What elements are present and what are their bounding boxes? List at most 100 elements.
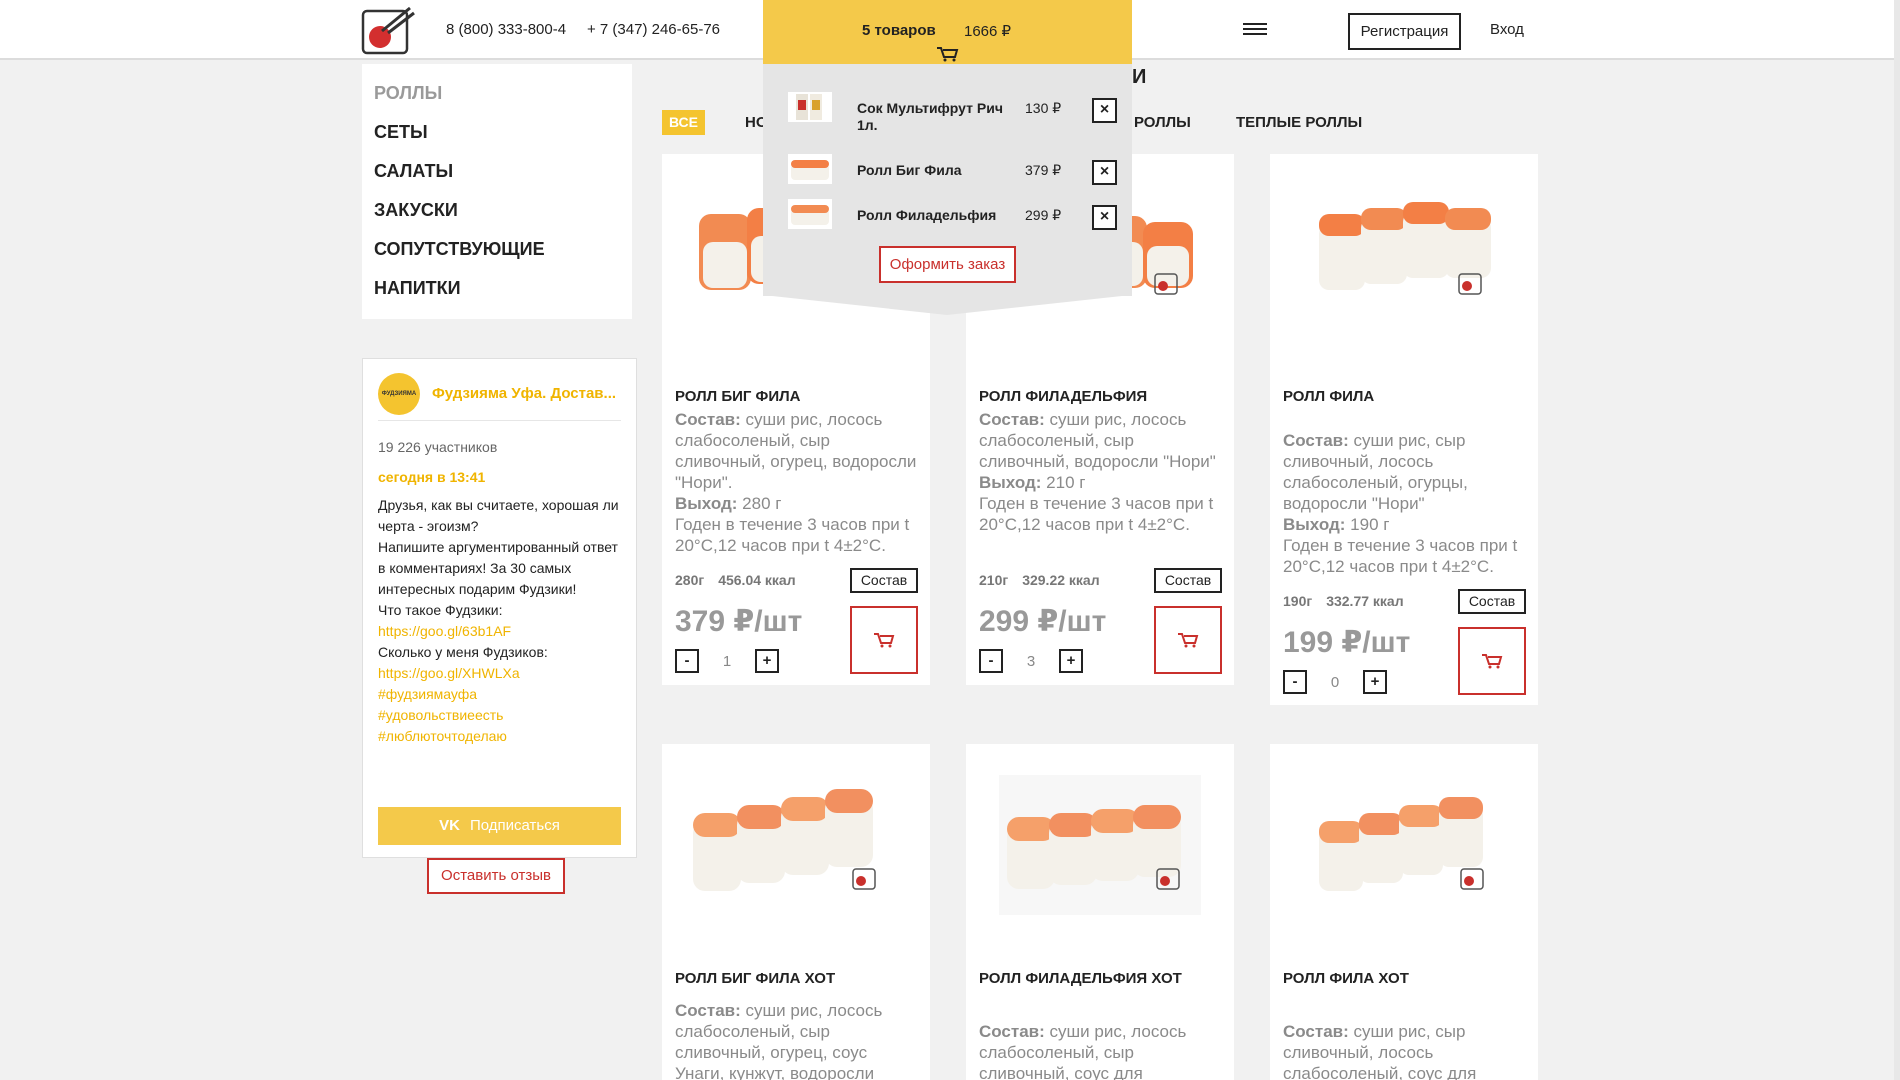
qty-minus-button[interactable]: - [979,649,1003,673]
product-meta: 280г 456.04 ккал [675,572,810,588]
login-link[interactable]: Вход [1490,21,1524,38]
qty-value[interactable]: 1 [699,653,755,670]
shelf-life: Годен в течение 3 часов при t 20°C,12 ча… [675,515,910,555]
product-image[interactable] [1270,154,1538,344]
product-name[interactable]: РОЛЛ ФИЛА [1283,388,1374,405]
cart-dropdown: 5 товаров 1666 ₽ Сок Мультифрут Рич 1л. … [763,0,1132,316]
product-kcal: 329.22 ккал [1022,572,1100,588]
vk-group-name[interactable]: Фудзияма Уфа. Достав... [432,385,621,402]
product-image[interactable] [1270,744,1538,944]
cart-icon [874,633,895,648]
cart-item-name: Ролл Филадельфия [857,207,997,223]
product-price: 199 ₽/шт [1283,626,1411,659]
cart-icon [1482,654,1503,669]
add-to-cart-button[interactable] [850,606,918,674]
product-description: Состав: суши рис, лосось слабосоленый, с… [979,1021,1224,1080]
product-description: Состав: суши рис, лосось слабосоленый, с… [675,1000,920,1080]
category-menu: РОЛЛЫ СЕТЫ САЛАТЫ ЗАКУСКИ СОПУТСТВУЮЩИЕ … [362,64,632,319]
product-name[interactable]: РОЛЛ ФИЛА ХОТ [1283,970,1409,987]
category-item-salads[interactable]: САЛАТЫ [374,160,620,199]
remove-item-button[interactable]: × [1092,98,1117,123]
category-item-extras[interactable]: СОПУТСТВУЮЩИЕ [374,238,620,277]
qty-minus-button[interactable]: - [1283,670,1307,694]
phone-number-2[interactable]: + 7 (347) 246-65-76 [587,21,720,38]
leave-review-button[interactable]: Оставить отзыв [427,858,565,894]
quantity-stepper: - 0 + [1283,670,1387,694]
category-item-rolls[interactable]: РОЛЛЫ [374,82,620,121]
cart-item: Ролл Биг Фила 379 ₽ × [788,154,1118,190]
vk-hashtag[interactable]: #удовольствиеесть [378,705,621,726]
page-scrollbar[interactable] [1894,0,1900,1080]
product-name[interactable]: РОЛЛ БИГ ФИЛА ХОТ [675,970,835,987]
hamburger-menu-icon[interactable] [1243,23,1267,37]
composition-label: Состав: [979,1022,1045,1041]
category-item-drinks[interactable]: НАПИТКИ [374,277,620,316]
product-description: Состав: суши рис, сыр сливочный, лосось … [1283,430,1528,577]
vk-post-line: Что такое Фудзики: [378,602,503,618]
product-description: Состав: суши рис, сыр сливочный, лосось … [1283,1021,1528,1080]
composition-button[interactable]: Состав [850,568,918,593]
composition-label: Состав: [979,410,1045,429]
vk-post-time[interactable]: сегодня в 13:41 [378,469,621,485]
tab-all[interactable]: ВСЕ [662,110,705,135]
product-name[interactable]: РОЛЛ БИГ ФИЛА [675,388,801,405]
product-card: РОЛЛ ФИЛА ХОТ Состав: суши рис, сыр слив… [1270,744,1538,1080]
phone-number-1[interactable]: 8 (800) 333-800-4 [446,21,566,38]
product-price: 299 ₽/шт [979,605,1107,638]
tab-rolls[interactable]: РОЛЛЫ [1134,114,1191,131]
vk-subscribe-label: Подписаться [469,817,560,834]
cart-item-thumbnail [788,92,832,122]
yield-value: 210 г [1041,473,1086,492]
checkout-button[interactable]: Оформить заказ [879,246,1016,283]
product-weight: 280г [675,572,705,588]
vk-hashtag[interactable]: #фудзиямауфа [378,684,621,705]
cart-item-name: Ролл Биг Фила [857,162,962,178]
vk-post-link[interactable]: https://goo.gl/63b1AF [378,621,621,642]
product-card: РОЛЛ БИГ ФИЛА ХОТ Состав: суши рис, лосо… [662,744,930,1080]
product-image[interactable] [662,744,930,944]
qty-plus-button[interactable]: + [1059,649,1083,673]
qty-plus-button[interactable]: + [1363,670,1387,694]
quantity-stepper: - 3 + [979,649,1083,673]
cart-item-price: 379 ₽ [1025,162,1062,178]
cart-icon [1178,633,1199,648]
shelf-life: Годен в течение 3 часов при t 20°C,12 ча… [1283,536,1518,576]
yield-label: Выход: [675,494,738,513]
cart-item-thumbnail [788,199,832,229]
product-name[interactable]: РОЛЛ ФИЛАДЕЛЬФИЯ [979,388,1147,405]
qty-plus-button[interactable]: + [755,649,779,673]
composition-button[interactable]: Состав [1458,589,1526,614]
vk-widget-header: ФУДЗИЯМА Фудзияма Уфа. Достав... [378,372,621,421]
product-name[interactable]: РОЛЛ ФИЛАДЕЛЬФИЯ ХОТ [979,970,1182,987]
product-card: РОЛЛ ФИЛАДЕЛЬФИЯ ХОТ Состав: суши рис, л… [966,744,1234,1080]
category-item-sets[interactable]: СЕТЫ [374,121,620,160]
vk-post-line: Напишите аргументированный ответ в комме… [378,539,618,597]
cart-item: Ролл Филадельфия 299 ₽ × [788,199,1118,235]
remove-item-button[interactable]: × [1092,205,1117,230]
vk-post-link[interactable]: https://goo.gl/XHWLXa [378,663,621,684]
composition-button[interactable]: Состав [1154,568,1222,593]
product-kcal: 332.77 ккал [1326,593,1404,609]
vk-subscribe-button[interactable]: VK Подписаться [378,807,621,845]
yield-value: 280 г [737,494,782,513]
product-image[interactable] [966,744,1234,944]
qty-minus-button[interactable]: - [675,649,699,673]
qty-value[interactable]: 3 [1003,653,1059,670]
yield-value: 190 г [1345,515,1390,534]
remove-item-button[interactable]: × [1092,160,1117,185]
vk-hashtag[interactable]: #люблюточтоделаю [378,726,621,747]
add-to-cart-button[interactable] [1154,606,1222,674]
qty-value[interactable]: 0 [1307,674,1363,691]
vk-group-avatar[interactable]: ФУДЗИЯМА [378,372,420,415]
add-to-cart-button[interactable] [1458,627,1526,695]
cart-item-name: Сок Мультифрут Рич 1л. [857,100,1003,133]
site-logo[interactable] [360,5,416,55]
shelf-life: Годен в течение 3 часов при t 20°C,12 ча… [979,494,1214,534]
product-price: 379 ₽/шт [675,605,803,638]
tab-warm-rolls[interactable]: ТЕПЛЫЕ РОЛЛЫ [1236,114,1362,131]
product-card: РОЛЛ ФИЛА Состав: суши рис, сыр сливочны… [1270,154,1538,705]
register-button[interactable]: Регистрация [1348,13,1461,50]
cart-header[interactable]: 5 товаров 1666 ₽ [763,0,1132,64]
cart-item-price: 130 ₽ [1025,100,1062,116]
category-item-snacks[interactable]: ЗАКУСКИ [374,199,620,238]
